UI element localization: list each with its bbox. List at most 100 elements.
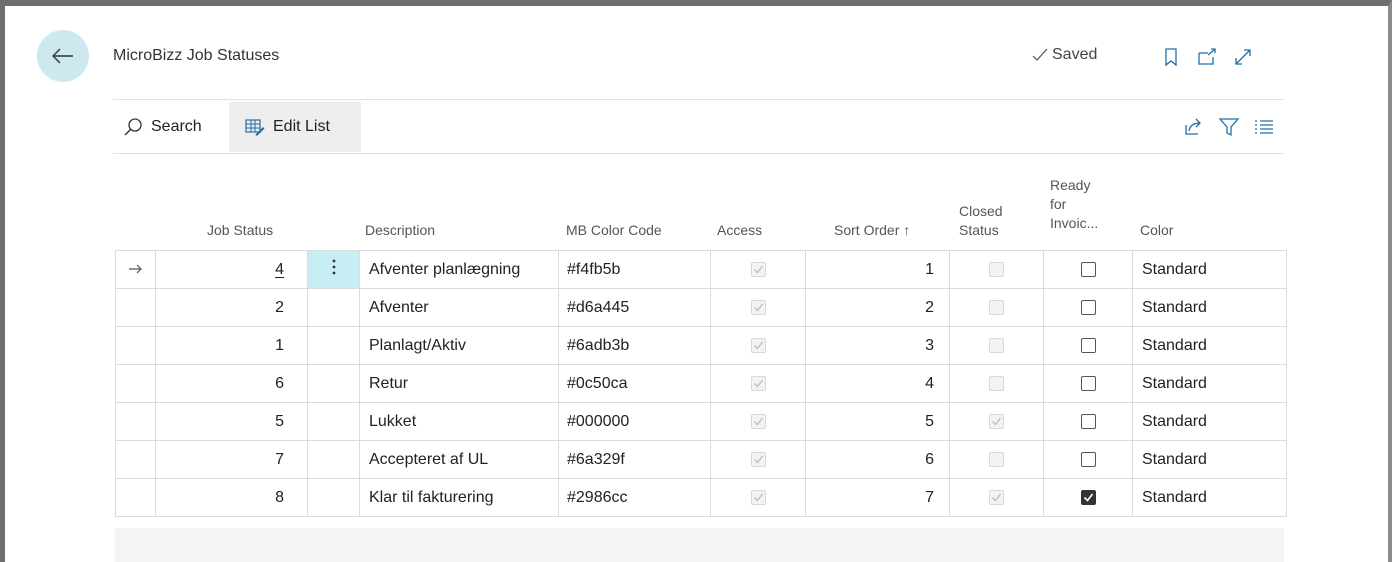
cell-job-status[interactable]: 6 [155,364,308,403]
row-indicator [115,478,156,517]
more-options-icon[interactable] [332,258,336,276]
row-indicator [115,250,156,289]
cell-mb-color-code[interactable]: #6adb3b [558,326,711,365]
checkbox [989,337,1004,353]
cell-ready-for-invoicing[interactable] [1043,250,1133,289]
job-status-value: 7 [275,450,284,468]
row-actions-cell[interactable] [307,440,360,479]
checkbox [750,337,766,353]
cell-color[interactable]: Standard [1132,440,1287,479]
cell-job-status[interactable]: 1 [155,326,308,365]
cell-job-status[interactable]: 8 [155,478,308,517]
cell-mb-color-code[interactable]: #f4fb5b [558,250,711,289]
row-actions-cell[interactable] [307,326,360,365]
cell-description[interactable]: Retur [359,364,559,403]
open-new-window-icon[interactable] [1196,46,1218,68]
table-row[interactable]: 5 Lukket #000000 5 Standard [115,402,1287,441]
column-header-color[interactable]: Color [1140,221,1173,240]
cell-description[interactable]: Lukket [359,402,559,441]
checkbox[interactable] [1080,337,1096,353]
table-row[interactable]: 7 Accepteret af UL #6a329f 6 Standard [115,440,1287,479]
table-row[interactable]: 8 Klar til fakturering #2986cc 7 Standard [115,478,1287,517]
column-header-closed-status[interactable]: Closed Status [959,202,1003,240]
checkbox [989,375,1004,391]
cell-ready-for-invoicing[interactable] [1043,402,1133,441]
column-header-description[interactable]: Description [365,221,435,240]
cell-mb-color-code[interactable]: #d6a445 [558,288,711,327]
cell-description[interactable]: Planlagt/Aktiv [359,326,559,365]
row-actions-cell[interactable] [307,364,360,403]
row-actions-cell[interactable] [307,250,360,289]
checkbox[interactable] [1080,375,1096,391]
back-button[interactable] [37,30,89,82]
cell-color[interactable]: Standard [1132,478,1287,517]
cell-color[interactable]: Standard [1132,250,1287,289]
cell-description[interactable]: Afventer [359,288,559,327]
saved-label: Saved [1052,46,1098,63]
cell-sort-order[interactable]: 1 [805,250,950,289]
checkbox [750,375,766,391]
table-row[interactable]: 1 Planlagt/Aktiv #6adb3b 3 Standard [115,326,1287,365]
cell-ready-for-invoicing[interactable] [1043,288,1133,327]
edit-list-button[interactable]: Edit List [229,102,361,152]
cell-color[interactable]: Standard [1132,364,1287,403]
cell-color[interactable]: Standard [1132,288,1287,327]
row-indicator [115,402,156,441]
cell-mb-color-code[interactable]: #000000 [558,402,711,441]
sort-order-label: Sort Order [834,222,900,238]
share-icon[interactable] [1182,116,1204,138]
action-bar-divider [113,153,1284,154]
column-header-sort-order[interactable]: Sort Order ↑ [834,221,910,240]
cell-job-status[interactable]: 5 [155,402,308,441]
cell-sort-order[interactable]: 2 [805,288,950,327]
list-view-icon[interactable] [1253,116,1275,138]
table-row[interactable]: 6 Retur #0c50ca 4 Standard [115,364,1287,403]
cell-closed-status [949,288,1044,327]
cell-job-status[interactable]: 7 [155,440,308,479]
cell-sort-order[interactable]: 4 [805,364,950,403]
cell-mb-color-code[interactable]: #0c50ca [558,364,711,403]
checkbox-checked[interactable] [1080,489,1096,505]
checkbox[interactable] [1080,413,1096,429]
cell-sort-order[interactable]: 5 [805,402,950,441]
cell-closed-status [949,326,1044,365]
cell-ready-for-invoicing[interactable] [1043,326,1133,365]
row-indicator [115,288,156,327]
current-row-arrow-icon [128,264,142,273]
list-empty-area [115,528,1284,562]
cell-job-status[interactable]: 2 [155,288,308,327]
cell-color[interactable]: Standard [1132,326,1287,365]
cell-sort-order[interactable]: 3 [805,326,950,365]
checkbox[interactable] [1080,451,1096,467]
column-header-ready-for-invoicing[interactable]: Ready for Invoic... [1050,176,1098,233]
cell-color[interactable]: Standard [1132,402,1287,441]
cell-description[interactable]: Accepteret af UL [359,440,559,479]
cell-job-status[interactable]: 4 [155,250,308,289]
table-row[interactable]: 4 Afventer planlægning #f4fb5b 1 Standard [115,250,1287,289]
ready-label-line1: Ready [1050,177,1091,193]
checkbox[interactable] [1080,261,1096,277]
column-header-access[interactable]: Access [717,221,762,240]
cell-mb-color-code[interactable]: #2986cc [558,478,711,517]
job-status-value[interactable]: 4 [275,261,284,278]
cell-ready-for-invoicing[interactable] [1043,364,1133,403]
cell-ready-for-invoicing[interactable] [1043,478,1133,517]
column-header-job-status[interactable]: Job Status [207,221,273,240]
cell-sort-order[interactable]: 7 [805,478,950,517]
filter-icon[interactable] [1218,116,1240,138]
row-actions-cell[interactable] [307,402,360,441]
cell-sort-order[interactable]: 6 [805,440,950,479]
cell-ready-for-invoicing[interactable] [1043,440,1133,479]
expand-icon[interactable] [1232,46,1254,68]
table-row[interactable]: 2 Afventer #d6a445 2 Standard [115,288,1287,327]
column-header-mb-color-code[interactable]: MB Color Code [566,221,662,240]
checkbox[interactable] [1080,299,1096,315]
bookmark-icon[interactable] [1160,46,1182,68]
cell-description[interactable]: Afventer planlægning [359,250,559,289]
cell-description[interactable]: Klar til fakturering [359,478,559,517]
job-status-value: 8 [275,488,284,506]
search-button[interactable]: Search [123,102,202,152]
cell-mb-color-code[interactable]: #6a329f [558,440,711,479]
row-actions-cell[interactable] [307,478,360,517]
row-actions-cell[interactable] [307,288,360,327]
